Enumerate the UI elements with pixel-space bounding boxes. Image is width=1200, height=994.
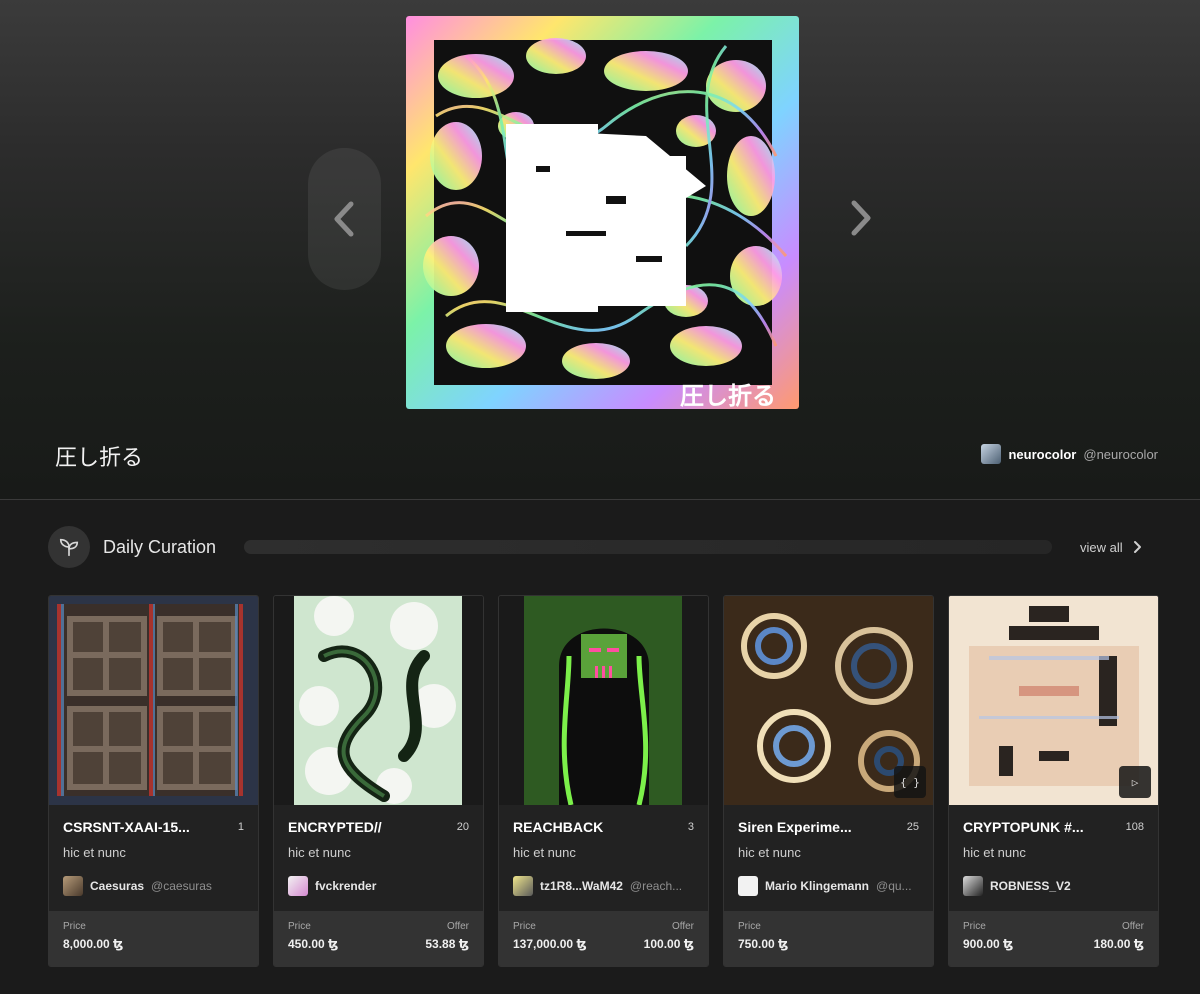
card-creator[interactable]: Mario Klingemann @qu... bbox=[738, 876, 919, 896]
artist-name[interactable]: neurocolor bbox=[1008, 447, 1076, 462]
price-label: Price bbox=[513, 921, 536, 932]
card-title[interactable]: REACHBACK bbox=[513, 819, 603, 835]
artwork-card[interactable]: REACHBACK 3 hic et nunc tz1R8...WaM42 @r… bbox=[498, 595, 709, 967]
thumbnail-image bbox=[524, 596, 682, 805]
chevron-right-icon bbox=[1133, 541, 1141, 553]
section-divider-bar bbox=[244, 540, 1053, 554]
card-creator[interactable]: Caesuras @caesuras bbox=[63, 876, 244, 896]
avatar bbox=[288, 876, 308, 896]
thumbnail-image bbox=[294, 596, 462, 805]
artwork-artist[interactable]: neurocolor @neurocolor bbox=[981, 444, 1158, 464]
offer-label: Offer bbox=[671, 921, 694, 932]
artwork-thumbnail[interactable] bbox=[499, 596, 708, 805]
avatar bbox=[981, 444, 1002, 464]
price-label: Price bbox=[288, 921, 311, 932]
section-title: Daily Curation bbox=[103, 536, 217, 557]
creator-name[interactable]: tz1R8...WaM42 bbox=[540, 879, 623, 893]
thumbnail-image bbox=[57, 604, 243, 796]
view-all-label: view all bbox=[1080, 539, 1123, 555]
featured-artwork-image: 圧し折る bbox=[406, 16, 799, 409]
section-icon-wrap bbox=[48, 526, 90, 568]
artwork-title[interactable]: 圧し折る bbox=[55, 440, 143, 472]
card-creator[interactable]: fvckrender bbox=[288, 876, 469, 896]
card-creator[interactable]: ROBNESS_V2 bbox=[963, 876, 1144, 896]
edition-count: 3 bbox=[687, 821, 694, 833]
price-label: Price bbox=[738, 921, 761, 932]
artwork-thumbnail[interactable] bbox=[274, 596, 483, 805]
edition-count: 108 bbox=[1125, 821, 1144, 833]
price-box: Price 8,000.00 ꜩ bbox=[49, 911, 258, 966]
artwork-caption: 圧し折る bbox=[680, 382, 776, 409]
price-value: 8,000.00 ꜩ bbox=[63, 937, 124, 951]
featured-hero: 圧し折る 圧し折る neurocolor @neurocolor bbox=[0, 0, 1200, 500]
next-artwork-button[interactable] bbox=[830, 188, 890, 248]
card-platform: hic et nunc bbox=[963, 845, 1026, 860]
featured-artwork[interactable]: 圧し折る bbox=[406, 16, 799, 409]
price-label: Price bbox=[63, 921, 86, 932]
card-title[interactable]: CRYPTOPUNK #... bbox=[963, 819, 1084, 835]
artwork-thumbnail[interactable]: ▷ bbox=[949, 596, 1158, 805]
creator-name[interactable]: ROBNESS_V2 bbox=[990, 879, 1071, 893]
creator-name[interactable]: Caesuras bbox=[90, 879, 144, 893]
daily-curation-header: Daily Curation view all bbox=[48, 526, 1152, 568]
price-box: Price 900.00 ꜩ Offer 180.00 ꜩ bbox=[949, 911, 1158, 966]
avatar bbox=[738, 876, 758, 896]
artwork-card[interactable]: ▷ CRYPTOPUNK #... 108 hic et nunc ROBNES… bbox=[948, 595, 1159, 967]
card-platform: hic et nunc bbox=[738, 845, 801, 860]
card-platform: hic et nunc bbox=[513, 845, 576, 860]
artwork-thumbnail[interactable] bbox=[49, 596, 258, 805]
chevron-right-icon bbox=[851, 200, 871, 236]
creator-name[interactable]: fvckrender bbox=[315, 879, 376, 893]
price-label: Price bbox=[963, 921, 986, 932]
offer-label: Offer bbox=[446, 921, 469, 932]
avatar bbox=[513, 876, 533, 896]
card-title[interactable]: ENCRYPTED// bbox=[288, 819, 382, 835]
artist-handle: @neurocolor bbox=[1083, 446, 1158, 462]
offer-value: 100.00 ꜩ bbox=[643, 937, 694, 951]
view-all-link[interactable]: view all bbox=[1080, 540, 1143, 555]
card-platform: hic et nunc bbox=[63, 845, 126, 860]
price-value: 900.00 ꜩ bbox=[963, 937, 1014, 951]
artwork-card[interactable]: CSRSNT-XAAI-15... 1 hic et nunc Caesuras… bbox=[48, 595, 259, 967]
code-badge-icon: { } bbox=[894, 766, 926, 798]
artwork-card[interactable]: ENCRYPTED// 20 hic et nunc fvckrender Pr… bbox=[273, 595, 484, 967]
artwork-thumbnail[interactable]: { } bbox=[724, 596, 933, 805]
edition-count: 1 bbox=[237, 821, 244, 833]
creator-handle: @reach... bbox=[629, 879, 683, 893]
price-value: 137,000.00 ꜩ bbox=[513, 937, 587, 951]
edition-count: 25 bbox=[906, 821, 919, 833]
card-title[interactable]: CSRSNT-XAAI-15... bbox=[63, 819, 190, 835]
creator-handle: @caesuras bbox=[151, 879, 212, 893]
price-value: 750.00 ꜩ bbox=[738, 937, 789, 951]
creator-name[interactable]: Mario Klingemann bbox=[765, 879, 869, 893]
chevron-left-icon bbox=[334, 201, 353, 237]
curation-card-list: CSRSNT-XAAI-15... 1 hic et nunc Caesuras… bbox=[48, 595, 1159, 967]
price-box: Price 450.00 ꜩ Offer 53.88 ꜩ bbox=[274, 911, 483, 966]
offer-value: 180.00 ꜩ bbox=[1093, 937, 1144, 951]
play-badge-icon: ▷ bbox=[1119, 766, 1151, 798]
card-platform: hic et nunc bbox=[288, 845, 351, 860]
avatar bbox=[63, 876, 83, 896]
edition-count: 20 bbox=[456, 821, 469, 833]
price-value: 450.00 ꜩ bbox=[288, 937, 339, 951]
card-title[interactable]: Siren Experime... bbox=[738, 819, 852, 835]
creator-handle: @qu... bbox=[876, 879, 912, 893]
previous-artwork-button[interactable] bbox=[308, 148, 381, 290]
card-creator[interactable]: tz1R8...WaM42 @reach... bbox=[513, 876, 694, 896]
price-box: Price 137,000.00 ꜩ Offer 100.00 ꜩ bbox=[499, 911, 708, 966]
artwork-card[interactable]: { } Siren Experime... 25 hic et nunc Mar… bbox=[723, 595, 934, 967]
sprout-icon bbox=[59, 538, 79, 557]
avatar bbox=[963, 876, 983, 896]
offer-value: 53.88 ꜩ bbox=[425, 937, 469, 951]
price-box: Price 750.00 ꜩ bbox=[724, 911, 933, 966]
offer-label: Offer bbox=[1121, 921, 1144, 932]
